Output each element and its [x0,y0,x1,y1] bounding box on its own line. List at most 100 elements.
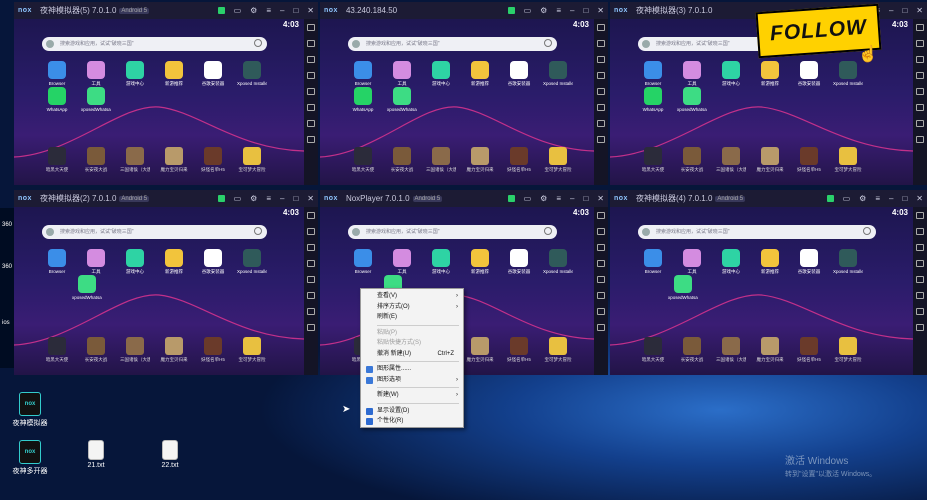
minimize-icon[interactable]: – [280,194,284,203]
app-search-bar[interactable]: 搜索游戏和应用，试试"破晓三国" [348,37,557,51]
game-item[interactable]: 暗黑大天使 [42,337,72,363]
menu-icon[interactable]: ≡ [266,194,271,203]
app-search-bar[interactable]: 搜索游戏和应用，试试"破晓三国" [638,225,876,239]
app-item[interactable]: Browser [348,249,378,275]
volume-down-icon[interactable] [307,56,315,63]
app-item[interactable]: 谷歌安装器 [198,249,228,275]
volume-down-icon[interactable] [916,244,924,251]
window-titlebar[interactable]: nox 夜神模拟器(4) 7.0.1.0 Android 5 ▭ ⚙ ≡ – □ ✕ [610,190,927,207]
screen-icon[interactable] [916,260,924,267]
game-item[interactable]: 宝可梦大冒险 [237,147,267,173]
context-menu[interactable]: 查看(V) › 排序方式(O) › 刷新(E) 粘贴(P) 粘贴快捷方式(S) 撤消 新建(U… [360,288,464,428]
game-item[interactable]: 妖怪名单H5 [794,147,824,173]
game-item[interactable]: 长安夜大战 [677,337,707,363]
context-menu-item[interactable]: 图形属性...... [361,364,463,375]
minimize-icon[interactable]: – [570,194,574,203]
context-menu-item[interactable]: 显示设置(D) [361,406,463,417]
app-item[interactable]: Browser [638,61,668,87]
maximize-icon[interactable]: □ [902,6,907,15]
game-item[interactable]: 宝可梦大冒险 [543,147,573,173]
menu-icon[interactable]: ≡ [556,6,561,15]
maximize-icon[interactable]: □ [293,6,298,15]
app-item[interactable]: 游戏中心 [716,249,746,275]
app-item[interactable]: 游戏中心 [120,249,150,275]
volume-down-icon[interactable] [597,56,605,63]
screen-icon[interactable] [597,72,605,79]
context-menu-item[interactable]: 刷新(E) [361,312,463,323]
app-item[interactable]: 新游推荐 [159,61,189,87]
game-item[interactable]: 暗黑大天使 [638,337,668,363]
volume-up-icon[interactable] [307,228,315,235]
back-icon[interactable] [307,292,315,299]
screenshot-icon[interactable] [307,24,315,31]
app-item[interactable]: 新游推荐 [755,249,785,275]
settings-icon[interactable]: ⚙ [540,6,547,15]
context-menu-item[interactable]: 图形选项 › [361,375,463,386]
game-item[interactable]: 妖怪名单H5 [794,337,824,363]
recent-apps-icon[interactable] [597,136,605,143]
more-icon[interactable] [916,276,924,283]
back-icon[interactable] [916,292,924,299]
keyboard-icon[interactable]: ▭ [524,194,532,203]
app-item[interactable]: 谷歌安装器 [794,249,824,275]
home-icon[interactable] [597,120,605,127]
back-icon[interactable] [307,104,315,111]
settings-icon[interactable]: ⚙ [250,194,257,203]
home-icon[interactable] [307,120,315,127]
search-icon[interactable] [544,39,552,47]
screen-icon[interactable] [307,72,315,79]
screenshot-icon[interactable] [597,212,605,219]
keyboard-icon[interactable]: ▭ [234,6,242,15]
app-item[interactable]: 工具 [81,249,111,275]
keyboard-icon[interactable]: ▭ [234,194,242,203]
game-item[interactable]: 宝可梦大冒险 [833,337,863,363]
app-item[interactable]: 谷歌安装器 [198,61,228,87]
app-item[interactable]: 新游推荐 [755,61,785,87]
desktop-icon[interactable]: nox 夜神多开器 [8,440,52,476]
close-icon[interactable]: ✕ [307,194,314,203]
app-item[interactable]: 工具 [387,61,417,87]
volume-up-icon[interactable] [307,40,315,47]
game-item[interactable]: 魔力宝贝归来 [465,147,495,173]
more-icon[interactable] [307,88,315,95]
game-item[interactable]: 暗黑大天使 [348,147,378,173]
app-item[interactable]: 新游推荐 [465,249,495,275]
maximize-icon[interactable]: □ [583,194,588,203]
volume-up-icon[interactable] [916,228,924,235]
app-item[interactable]: 谷歌安装器 [504,61,534,87]
app-item[interactable]: Browser [348,61,378,87]
settings-icon[interactable]: ⚙ [250,6,257,15]
emulator-window[interactable]: nox 夜神模拟器(2) 7.0.1.0 Android 5 ▭ ⚙ ≡ – □ ✕ 4:03 搜索… [14,190,318,375]
recent-apps-icon[interactable] [307,324,315,331]
more-icon[interactable] [307,276,315,283]
app-item[interactable]: Xposed Installer [237,61,267,87]
game-item[interactable]: 三国诸侯（大唐） [716,147,746,173]
volume-down-icon[interactable] [916,56,924,63]
screen-icon[interactable] [916,72,924,79]
emulator-window[interactable]: nox 夜神模拟器(4) 7.0.1.0 Android 5 ▭ ⚙ ≡ – □ ✕ 4:03 搜索… [610,190,927,375]
emulator-window[interactable]: nox 夜神模拟器(5) 7.0.1.0 Android 5 ▭ ⚙ ≡ – □ ✕ 4:03 搜索… [14,2,318,185]
window-titlebar[interactable]: nox NoxPlayer 7.0.1.0 Android 5 ▭ ⚙ ≡ – □ ✕ [320,190,608,207]
game-item[interactable]: 长安夜大战 [81,147,111,173]
menu-icon[interactable]: ≡ [875,194,880,203]
game-item[interactable]: 魔力宝贝归来 [465,337,495,363]
game-item[interactable]: 三国诸侯（大唐） [426,147,456,173]
recent-apps-icon[interactable] [597,324,605,331]
app-item[interactable]: 新游推荐 [465,61,495,87]
game-item[interactable]: 三国诸侯（大唐） [120,337,150,363]
app-item[interactable]: 新游推荐 [159,249,189,275]
game-item[interactable]: 魔力宝贝归来 [755,147,785,173]
search-icon[interactable] [863,227,871,235]
screen-icon[interactable] [597,260,605,267]
window-titlebar[interactable]: nox 夜神模拟器(5) 7.0.1.0 Android 5 ▭ ⚙ ≡ – □ ✕ [14,2,318,19]
game-item[interactable]: 妖怪名单H5 [504,147,534,173]
volume-up-icon[interactable] [916,40,924,47]
menu-icon[interactable]: ≡ [556,194,561,203]
game-item[interactable]: 宝可梦大冒险 [543,337,573,363]
emulator-window[interactable]: nox 43.240.184.50 ▭ ⚙ ≡ – □ ✕ 4:03 搜索游戏和应用，试试"破晓三… [320,2,608,185]
back-icon[interactable] [597,292,605,299]
volume-down-icon[interactable] [307,244,315,251]
minimize-icon[interactable]: – [889,6,893,15]
app-item[interactable]: Xposed Installer [237,249,267,275]
game-item[interactable]: 长安夜大战 [387,147,417,173]
